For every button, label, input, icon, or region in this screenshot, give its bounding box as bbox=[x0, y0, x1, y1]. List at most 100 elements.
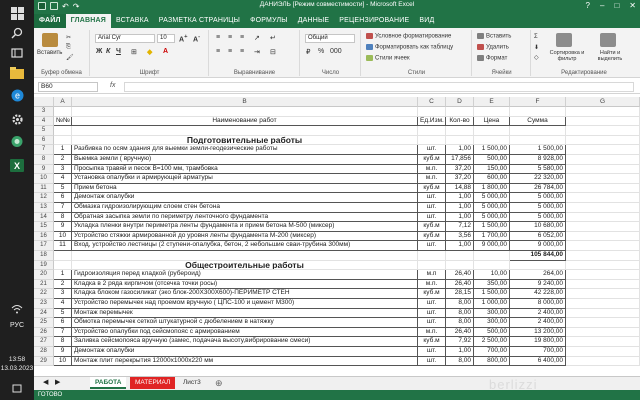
cell-empty[interactable] bbox=[566, 251, 640, 261]
minimize-icon[interactable]: – bbox=[600, 0, 604, 12]
cell-a-row[interactable]: 10 bbox=[54, 231, 72, 242]
cell-empty[interactable] bbox=[566, 126, 640, 136]
row-header[interactable]: 22 bbox=[34, 289, 54, 299]
tab-formulas[interactable]: ФОРМУЛЫ bbox=[245, 14, 293, 28]
cell-e-row[interactable]: 1 500,00 bbox=[474, 145, 510, 155]
row-header[interactable]: 5 bbox=[34, 126, 54, 136]
cell-a-row[interactable] bbox=[54, 126, 72, 136]
cell-e-row[interactable]: 300,00 bbox=[474, 308, 510, 319]
cell-d-row[interactable]: 17,856 bbox=[446, 155, 474, 165]
cell-c-row[interactable]: м.п. bbox=[418, 174, 446, 184]
find-select-icon[interactable] bbox=[600, 33, 616, 47]
cell-f-row[interactable]: 105 844,00 bbox=[510, 251, 566, 261]
row-header[interactable]: 20 bbox=[34, 270, 54, 280]
cell-c-row[interactable] bbox=[418, 260, 446, 271]
cell-a-row[interactable] bbox=[54, 251, 72, 261]
cell-empty[interactable] bbox=[566, 318, 640, 328]
cell-f-row[interactable]: 264,00 bbox=[510, 270, 566, 280]
format-painter-icon[interactable]: 🖌 bbox=[66, 54, 74, 61]
cell-c-row[interactable]: шт. bbox=[418, 299, 446, 309]
row-header[interactable]: 25 bbox=[34, 318, 54, 328]
cell-c-row[interactable]: куб.м bbox=[418, 183, 446, 194]
merge-cells-icon[interactable]: ⊟ bbox=[270, 48, 276, 56]
bold-icon[interactable]: Ж bbox=[96, 48, 102, 55]
cell-f-row[interactable]: 42 228,00 bbox=[510, 289, 566, 299]
sheet-tab-rabota[interactable]: РАБОТА bbox=[90, 377, 127, 389]
cell-b-row[interactable]: Демонтаж опалубки bbox=[72, 193, 418, 203]
column-header-b[interactable]: B bbox=[72, 97, 418, 107]
cell-e-row[interactable] bbox=[474, 126, 510, 136]
cell-c-row[interactable] bbox=[418, 107, 446, 117]
cell-b-row[interactable]: Обратная засыпка земли по периметру лент… bbox=[72, 212, 418, 223]
row-header[interactable]: 19 bbox=[34, 260, 54, 271]
cell-b-row[interactable]: Наименование работ bbox=[72, 116, 418, 127]
cell-b-row[interactable]: Подготовительные работы bbox=[72, 135, 418, 146]
row-header[interactable]: 21 bbox=[34, 279, 54, 290]
cell-styles-button[interactable]: Стили ячеек bbox=[366, 55, 410, 62]
cell-d-row[interactable]: 26,40 bbox=[446, 270, 474, 280]
cell-empty[interactable] bbox=[566, 107, 640, 117]
cell-c-row[interactable] bbox=[418, 126, 446, 136]
italic-icon[interactable]: К bbox=[106, 48, 110, 55]
cell-d-row[interactable] bbox=[446, 260, 474, 271]
cell-a-row[interactable]: 1 bbox=[54, 145, 72, 155]
cell-f-row[interactable]: 6 400,00 bbox=[510, 356, 566, 367]
cell-f-row[interactable]: 6 052,00 bbox=[510, 231, 566, 242]
cell-a-row[interactable]: 7 bbox=[54, 203, 72, 213]
cell-c-row[interactable]: куб.м bbox=[418, 289, 446, 299]
keyboard-language[interactable]: РУС bbox=[0, 322, 34, 329]
cell-f-row[interactable] bbox=[510, 135, 566, 146]
cell-b-row[interactable]: Обмотка перемычек сеткой штукатурной с д… bbox=[72, 318, 418, 328]
cell-b-row[interactable]: Кладка блоком газосиликат (эко блок-200Х… bbox=[72, 289, 418, 299]
cell-d-row[interactable]: 1,00 bbox=[446, 241, 474, 251]
cell-e-row[interactable]: 1 500,00 bbox=[474, 222, 510, 232]
column-header-c[interactable]: C bbox=[418, 97, 446, 107]
cell-c-row[interactable] bbox=[418, 251, 446, 261]
cell-e-row[interactable]: Цена bbox=[474, 116, 510, 127]
notifications-icon[interactable] bbox=[6, 380, 28, 398]
cell-d-row[interactable] bbox=[446, 126, 474, 136]
cell-c-row[interactable]: шт. bbox=[418, 203, 446, 213]
cell-c-row[interactable]: шт. bbox=[418, 193, 446, 203]
tab-home[interactable]: ГЛАВНАЯ bbox=[65, 14, 111, 28]
conditional-formatting-button[interactable]: Условное форматирование bbox=[366, 33, 451, 40]
cell-f-row[interactable] bbox=[510, 107, 566, 117]
cell-b-row[interactable]: Прием бетона bbox=[72, 183, 418, 194]
row-header[interactable]: 29 bbox=[34, 356, 54, 367]
cell-e-row[interactable]: 300,00 bbox=[474, 318, 510, 328]
row-header[interactable]: 23 bbox=[34, 299, 54, 309]
cell-f-row[interactable] bbox=[510, 260, 566, 271]
row-header[interactable]: 10 bbox=[34, 174, 54, 184]
cell-e-row[interactable] bbox=[474, 135, 510, 146]
cell-d-row[interactable]: 26,40 bbox=[446, 327, 474, 338]
cell-c-row[interactable]: м.п bbox=[418, 270, 446, 280]
row-header[interactable]: 15 bbox=[34, 222, 54, 232]
cell-d-row[interactable]: 1,00 bbox=[446, 212, 474, 223]
percent-icon[interactable]: % bbox=[318, 48, 324, 55]
cell-empty[interactable] bbox=[566, 260, 640, 271]
cell-d-row[interactable]: Кол-во bbox=[446, 116, 474, 127]
cell-a-row[interactable]: 9 bbox=[54, 222, 72, 232]
sort-filter-button[interactable]: Сортировка и фильтр bbox=[546, 50, 588, 62]
cell-a-row[interactable] bbox=[54, 260, 72, 271]
cell-d-row[interactable] bbox=[446, 135, 474, 146]
cell-f-row[interactable]: 9 240,00 bbox=[510, 279, 566, 290]
network-icon[interactable] bbox=[6, 300, 28, 318]
fx-icon[interactable]: fx bbox=[110, 82, 115, 89]
font-size-dropdown[interactable]: 10 bbox=[157, 34, 175, 43]
copy-icon[interactable]: ⎘ bbox=[66, 44, 71, 51]
cell-empty[interactable] bbox=[566, 289, 640, 299]
insert-cells-button[interactable]: Вставить bbox=[477, 33, 511, 40]
align-top-icon[interactable]: ≡ bbox=[216, 34, 220, 41]
cell-c-row[interactable]: Ед.Изм. bbox=[418, 116, 446, 127]
cell-b-row[interactable]: Выемка земли ( вручную) bbox=[72, 155, 418, 165]
cell-e-row[interactable] bbox=[474, 260, 510, 271]
cell-f-row[interactable]: 5 000,00 bbox=[510, 203, 566, 213]
cell-d-row[interactable]: 26,40 bbox=[446, 279, 474, 290]
cell-c-row[interactable]: м.п. bbox=[418, 164, 446, 175]
cell-empty[interactable] bbox=[566, 299, 640, 309]
cell-c-row[interactable]: шт. bbox=[418, 212, 446, 223]
cell-a-row[interactable]: 7 bbox=[54, 327, 72, 338]
column-header-g[interactable]: G bbox=[566, 97, 640, 107]
cell-b-row[interactable]: Обмазка гидроизолирующим слоем стен бето… bbox=[72, 203, 418, 213]
